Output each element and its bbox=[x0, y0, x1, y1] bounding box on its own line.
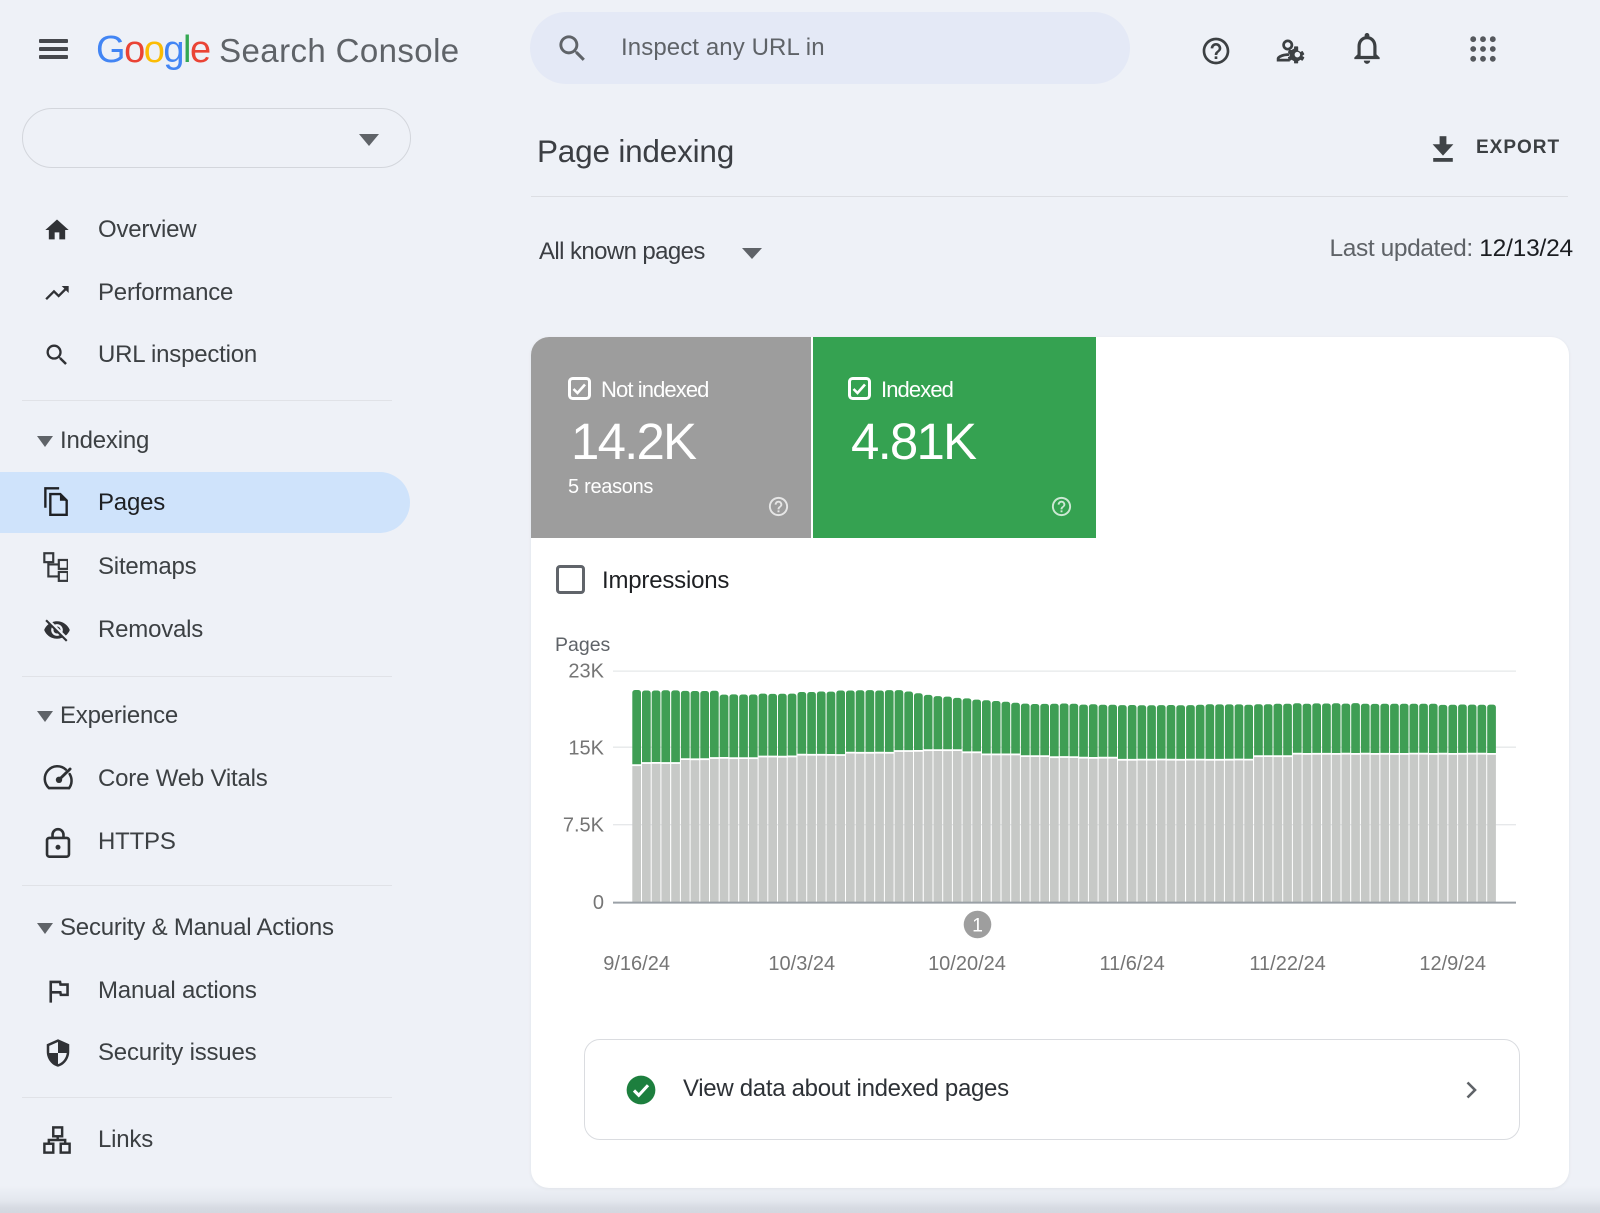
svg-text:10/20/24: 10/20/24 bbox=[928, 953, 1006, 975]
svg-text:1: 1 bbox=[972, 915, 983, 937]
svg-text:23K: 23K bbox=[568, 661, 604, 683]
svg-text:Pages: Pages bbox=[555, 634, 611, 656]
svg-text:0: 0 bbox=[593, 892, 604, 914]
svg-text:7.5K: 7.5K bbox=[563, 815, 605, 837]
svg-text:10/3/24: 10/3/24 bbox=[768, 953, 835, 975]
svg-text:12/9/24: 12/9/24 bbox=[1419, 953, 1486, 975]
svg-text:11/22/24: 11/22/24 bbox=[1249, 953, 1325, 975]
svg-text:15K: 15K bbox=[568, 737, 604, 759]
svg-text:11/6/24: 11/6/24 bbox=[1099, 953, 1164, 975]
svg-text:9/16/24: 9/16/24 bbox=[603, 953, 670, 975]
